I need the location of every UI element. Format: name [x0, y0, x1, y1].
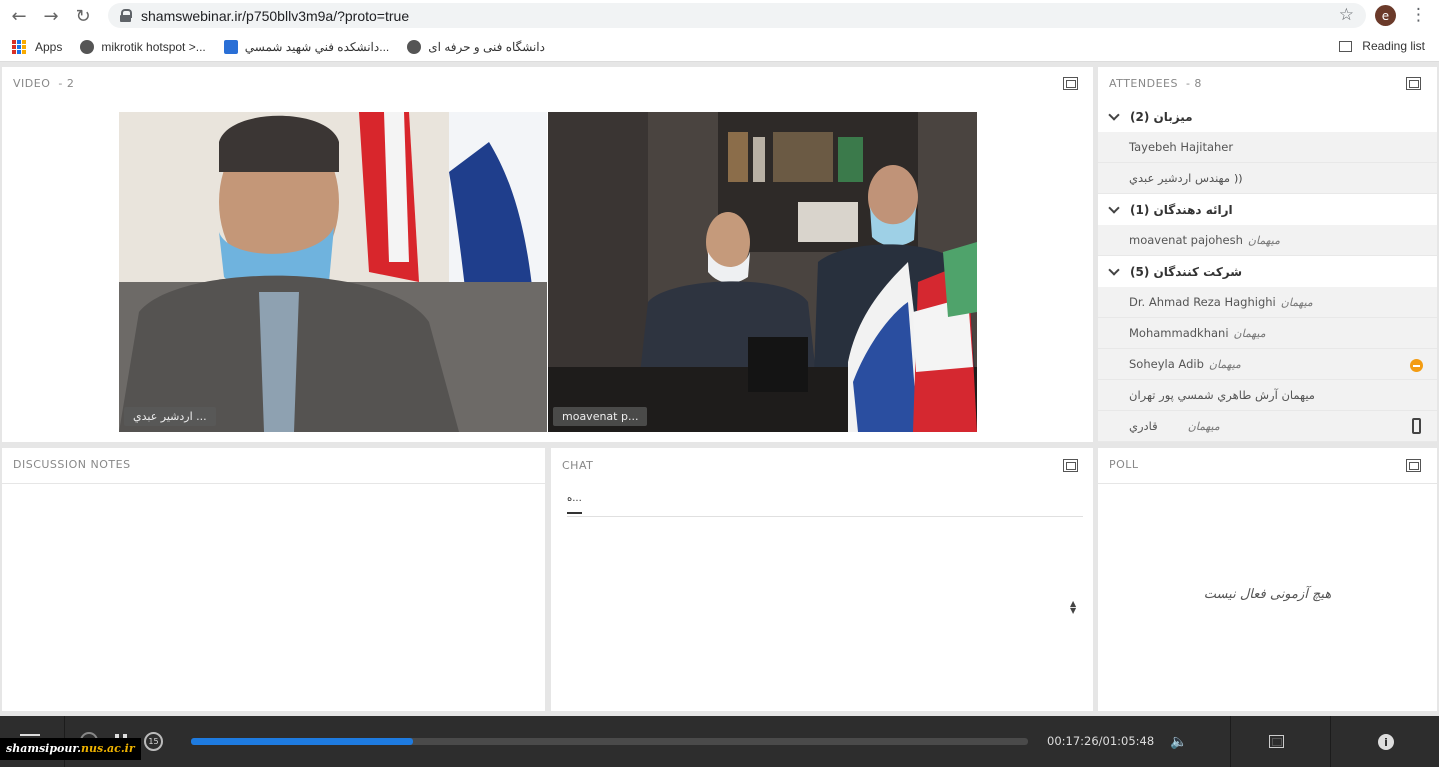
url-text: shamswebinar.ir/p750bllv3m9a/?proto=true	[141, 7, 410, 24]
attendee-name: میهمان آرش طاهري شمسي پور تهران	[1129, 388, 1315, 402]
bookmark-mikrotik[interactable]: mikrotik hotspot >...	[80, 39, 206, 54]
browser-menu-icon[interactable]: ⋮	[1410, 5, 1427, 25]
chat-pod: CHAT ه... ▲ ▼	[551, 448, 1093, 711]
college-logo-icon	[223, 39, 238, 54]
globe-icon	[80, 39, 95, 54]
attendee-row[interactable]: Soheyla Adib میهمان	[1098, 349, 1437, 380]
notes-area[interactable]	[2, 483, 545, 711]
skip-forward-icon[interactable]: 15	[144, 732, 163, 751]
attendee-name: Soheyla Adib	[1129, 357, 1204, 371]
attendee-group-participants[interactable]: شركت كنندگان (5)	[1098, 256, 1437, 287]
video-tile-host[interactable]: اردشير عبدي ...	[119, 112, 547, 432]
reload-icon[interactable]: ↻	[72, 5, 94, 27]
chevron-down-icon	[1108, 201, 1120, 214]
video-pod: VIDEO - 2 اردشير عبدي ... moavenat p...	[2, 67, 1093, 442]
attendee-row[interactable]: میهمان آرش طاهري شمسي پور تهران	[1098, 380, 1437, 411]
attendee-row[interactable]: قادري میهمان	[1098, 411, 1437, 442]
apps-grid-icon	[12, 39, 26, 54]
video-pod-title: VIDEO - 2	[13, 77, 75, 90]
address-bar[interactable]: shamswebinar.ir/p750bllv3m9a/?proto=true…	[108, 3, 1366, 28]
video-tile-label: اردشير عبدي ...	[124, 407, 216, 426]
attendee-role: میهمان	[1247, 233, 1280, 247]
attendee-row[interactable]: moavenat pajohesh میهمان	[1098, 225, 1437, 256]
attendee-name: moavenat pajohesh	[1129, 233, 1243, 247]
reading-list-icon	[1339, 40, 1353, 52]
site-watermark: shamsipour.nus.ac.ir	[0, 738, 141, 760]
attendee-row[interactable]: مهندس اردشير عبدي ))	[1098, 163, 1437, 194]
attendee-role: میهمان	[1208, 357, 1241, 371]
attendee-role: میهمان	[1233, 326, 1266, 340]
maximize-icon[interactable]	[1063, 77, 1078, 90]
chat-pod-title: CHAT	[562, 459, 594, 472]
bookmark-college[interactable]: دانشكده فني شهيد شمسي...	[223, 39, 389, 54]
status-away-icon	[1410, 359, 1423, 372]
attendee-role: میهمان	[1280, 295, 1313, 309]
bookmark-star-icon[interactable]: ☆	[1339, 5, 1354, 25]
lock-icon	[120, 9, 132, 22]
attendee-name: Dr. Ahmad Reza Haghighi	[1129, 295, 1276, 309]
maximize-icon[interactable]	[1063, 459, 1078, 472]
attendee-row[interactable]: Tayebeh Hajitaher	[1098, 132, 1437, 163]
notes-pod-title: DISCUSSION NOTES	[13, 458, 131, 471]
attendee-group-presenters[interactable]: ارائه دهندگان (1)	[1098, 194, 1437, 225]
attendee-name: Mohammadkhani	[1129, 326, 1229, 340]
playback-time: 00:17:26/01:05:48	[1047, 734, 1155, 748]
poll-pod-title: POLL	[1109, 458, 1139, 471]
poll-pod: POLL هيچ آزمونی فعال نيست	[1098, 448, 1437, 711]
chevron-down-icon	[1108, 263, 1120, 276]
attendee-name: مهندس اردشير عبدي	[1129, 171, 1231, 185]
attendee-row[interactable]: Mohammadkhani میهمان	[1098, 318, 1437, 349]
bookmarks-bar: Apps mikrotik hotspot >... دانشكده فني ش…	[0, 32, 1439, 62]
playback-bar: 15 00:17:26/01:05:48 🔈 i	[0, 716, 1439, 767]
browser-toolbar: ← → ↻ shamswebinar.ir/p750bllv3m9a/?prot…	[0, 0, 1439, 32]
video-tile-presenter[interactable]: moavenat p...	[548, 112, 977, 432]
chevron-down-icon	[1108, 108, 1120, 121]
bookmark-university[interactable]: دانشگاه فنی و حرفه ای	[407, 39, 545, 54]
notes-pod: DISCUSSION NOTES	[2, 448, 545, 711]
attendees-pod: ATTENDEES - 8 ميزبان (2) Tayebeh Hajitah…	[1098, 67, 1437, 442]
attendee-role: میهمان	[1187, 419, 1220, 433]
video-feed-host	[119, 112, 547, 432]
video-feed-presenter	[548, 112, 977, 432]
volume-icon[interactable]: 🔈	[1170, 734, 1187, 750]
reading-list-button[interactable]: Reading list	[1339, 39, 1425, 53]
maximize-icon[interactable]	[1406, 459, 1421, 472]
chat-tab-divider	[567, 516, 1083, 517]
back-arrow-icon[interactable]: ←	[8, 5, 30, 27]
video-tile-label: moavenat p...	[553, 407, 648, 426]
fullscreen-icon[interactable]	[1269, 735, 1284, 748]
speaking-icon: ))	[1234, 171, 1243, 185]
attendee-name: Tayebeh Hajitaher	[1129, 140, 1234, 154]
globe-icon	[407, 39, 422, 54]
attendee-row[interactable]: Dr. Ahmad Reza Haghighi میهمان	[1098, 287, 1437, 318]
playback-progress-fill	[191, 738, 413, 745]
mobile-device-icon	[1412, 418, 1421, 434]
info-icon[interactable]: i	[1378, 734, 1394, 750]
maximize-icon[interactable]	[1406, 77, 1421, 90]
forward-arrow-icon[interactable]: →	[40, 5, 62, 27]
poll-empty-message: هيچ آزمونی فعال نيست	[1203, 587, 1332, 602]
chat-tab[interactable]: ه...	[567, 493, 582, 514]
playback-progress-bar[interactable]	[191, 738, 1028, 745]
attendees-pod-title: ATTENDEES - 8	[1109, 77, 1202, 90]
bookmark-apps[interactable]: Apps	[12, 39, 62, 54]
profile-avatar[interactable]: e	[1375, 5, 1396, 26]
attendee-group-hosts[interactable]: ميزبان (2)	[1098, 101, 1437, 132]
chat-scroll-icon[interactable]: ▲ ▼	[1070, 600, 1076, 615]
attendee-name: قادري	[1129, 419, 1158, 433]
